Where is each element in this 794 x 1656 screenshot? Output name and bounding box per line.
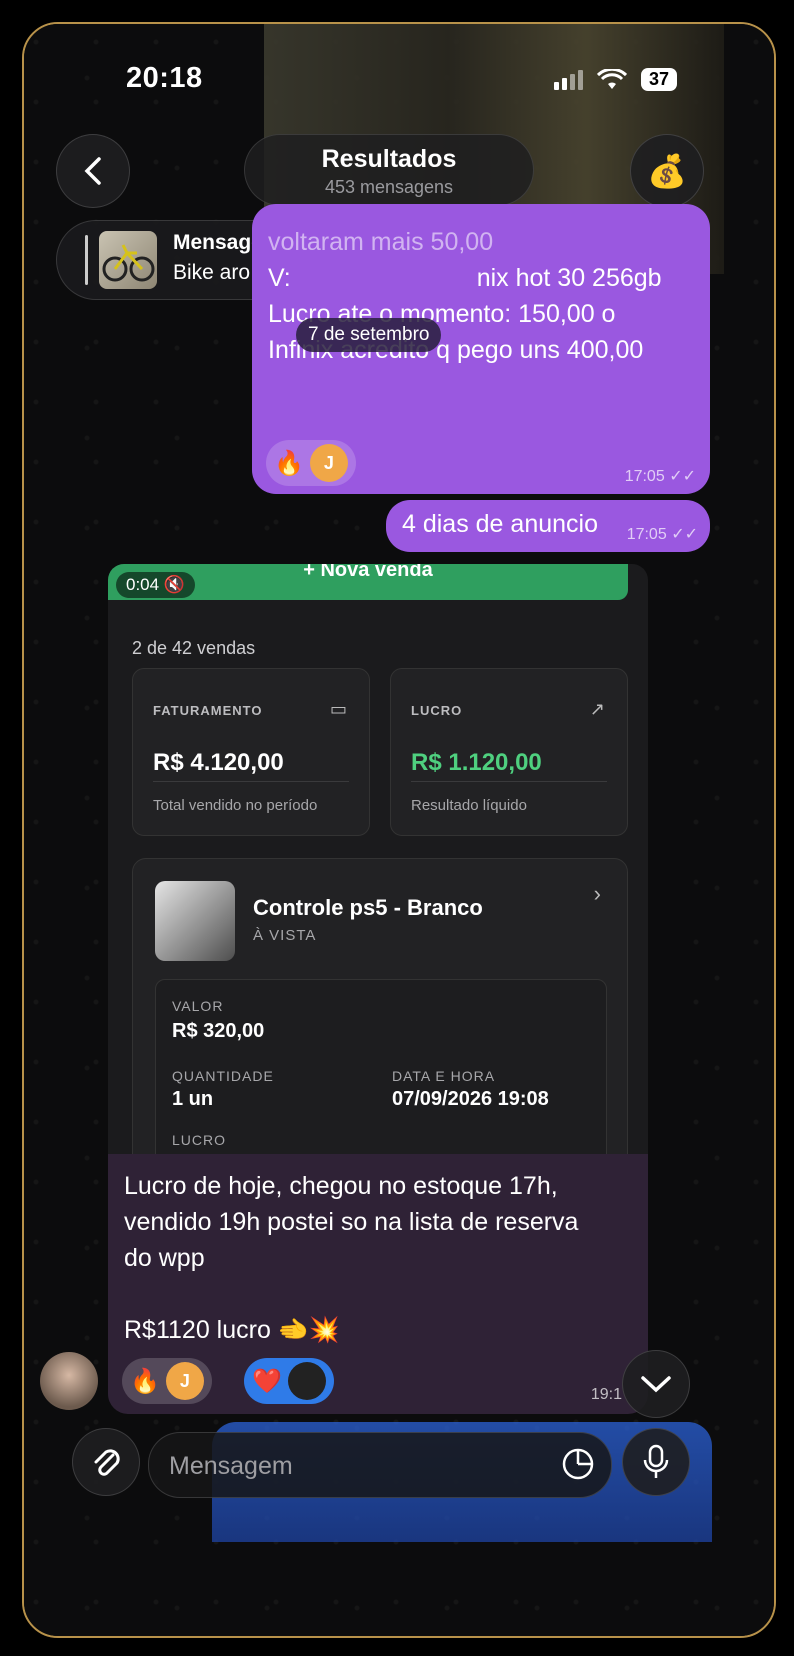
product-payment: À VISTA	[253, 927, 317, 944]
video-time: 0:04	[126, 575, 160, 594]
message-text: Lucro de hoje, chegou no estoque 17h, ve…	[124, 1172, 579, 1344]
double-check-icon: ✓✓	[671, 526, 698, 543]
fire-emoji: 🔥	[130, 1367, 160, 1395]
fire-emoji: 🔥	[274, 449, 304, 477]
message-line: voltaram mais 50,00	[268, 228, 494, 256]
divider	[411, 781, 607, 782]
message-line: V: nix hot 30 256gb	[268, 260, 662, 296]
message-bubble-outgoing[interactable]: 4 dias de anuncio 17:05 ✓✓	[386, 500, 710, 552]
sticker-icon[interactable]	[561, 1447, 595, 1481]
message-composer[interactable]	[148, 1432, 612, 1498]
reaction-chip-selected[interactable]: ❤️	[244, 1358, 334, 1404]
message-line-start: V:	[268, 264, 291, 292]
reactor-avatar	[287, 1362, 326, 1400]
stat-value: R$ 1.120,00	[411, 749, 542, 776]
message-text: voltaram mais 50,00 V: nix hot 30 256gb L…	[268, 228, 662, 368]
stat-label: LUCRO	[411, 703, 463, 718]
sender-avatar[interactable]	[40, 1352, 98, 1410]
chat-title-pill[interactable]: Resultados 453 mensagens	[244, 134, 534, 206]
product-card: Controle ps5 - Branco À VISTA › VALOR R$…	[132, 858, 628, 1154]
paperclip-icon	[94, 1449, 120, 1476]
status-time: 20:18	[126, 62, 203, 94]
reaction-chip[interactable]: 🔥 J	[266, 440, 356, 486]
double-check-icon: ✓✓	[669, 468, 696, 485]
date-separator: 7 de setembro	[296, 318, 442, 352]
reaction-chip[interactable]: 🔥 J	[122, 1358, 212, 1404]
back-button[interactable]	[56, 134, 130, 208]
divider	[153, 781, 349, 782]
battery-indicator: 37	[641, 68, 678, 91]
product-name: Controle ps5 - Branco	[253, 895, 483, 920]
message-time: 19:1	[590, 1386, 622, 1403]
trend-up-icon: ↗	[589, 699, 605, 719]
detail-label: DATA E HORA	[392, 1068, 496, 1084]
controller-thumbnail	[155, 881, 235, 961]
detail-value: 07/09/2026 19:08	[392, 1088, 549, 1110]
chat-avatar-button[interactable]: 💰	[630, 134, 704, 208]
muted-speaker-icon: 🔇	[163, 575, 185, 594]
pin-indicator	[85, 235, 88, 285]
cash-icon: ▭	[329, 699, 347, 719]
signal-icon	[554, 69, 583, 90]
detail-label: VALOR	[172, 998, 224, 1014]
chat-title: Resultados	[321, 145, 457, 173]
message-time: 17:05 ✓✓	[625, 466, 696, 486]
message-bubble-incoming[interactable]: Lucro de hoje, chegou no estoque 17h, ve…	[108, 1154, 648, 1414]
faturamento-card: FATURAMENTO ▭ R$ 4.120,00 Total vendido …	[132, 668, 370, 836]
message-text: 4 dias de anuncio	[402, 510, 598, 538]
bike-thumbnail	[99, 231, 157, 289]
money-bag-icon: 💰	[647, 153, 687, 189]
detail-label: QUANTIDADE	[172, 1068, 274, 1084]
sale-details: VALOR R$ 320,00 QUANTIDADE 1 un DATA E H…	[155, 979, 607, 1154]
reactor-avatar: J	[309, 444, 348, 482]
heart-emoji: ❤️	[252, 1367, 282, 1395]
lucro-card: LUCRO ↗ R$ 1.120,00 Resultado líquido	[390, 668, 628, 836]
scroll-down-button[interactable]	[622, 1350, 690, 1418]
time-text: 17:05	[626, 526, 667, 543]
time-text: 17:05	[624, 468, 665, 485]
stat-value: R$ 4.120,00	[153, 749, 284, 776]
microphone-icon	[643, 1444, 669, 1478]
video-duration[interactable]: 0:04 🔇	[116, 572, 195, 598]
detail-value: R$ 320,00	[172, 1020, 265, 1042]
microphone-button[interactable]	[622, 1428, 690, 1496]
attach-button[interactable]	[72, 1428, 140, 1496]
sales-count: 2 de 42 vendas	[132, 638, 256, 658]
stat-sub: Resultado líquido	[411, 797, 527, 814]
reactor-avatar: J	[165, 1362, 204, 1400]
chevron-right-icon: ›	[593, 881, 601, 906]
message-time: 17:05 ✓✓	[627, 524, 698, 544]
wifi-icon	[597, 68, 627, 89]
chevron-left-icon	[84, 157, 101, 185]
detail-value: 1 un	[172, 1088, 214, 1110]
chat-subtitle: 453 mensagens	[324, 177, 454, 197]
video-message[interactable]: + Nova venda 0:04 🔇 2 de 42 vendas FATUR…	[108, 564, 648, 1154]
stat-sub: Total vendido no período	[153, 797, 318, 814]
stat-label: FATURAMENTO	[153, 703, 263, 718]
phone-frame: 20:18 37 Resultados 453 mensagens 💰 Mens…	[22, 22, 776, 1638]
detail-label: LUCRO	[172, 1132, 227, 1148]
status-icons: 37	[554, 68, 678, 91]
message-line-end: nix hot 30 256gb	[476, 264, 662, 292]
message-input[interactable]	[167, 1447, 551, 1485]
chevron-down-icon	[641, 1376, 671, 1393]
